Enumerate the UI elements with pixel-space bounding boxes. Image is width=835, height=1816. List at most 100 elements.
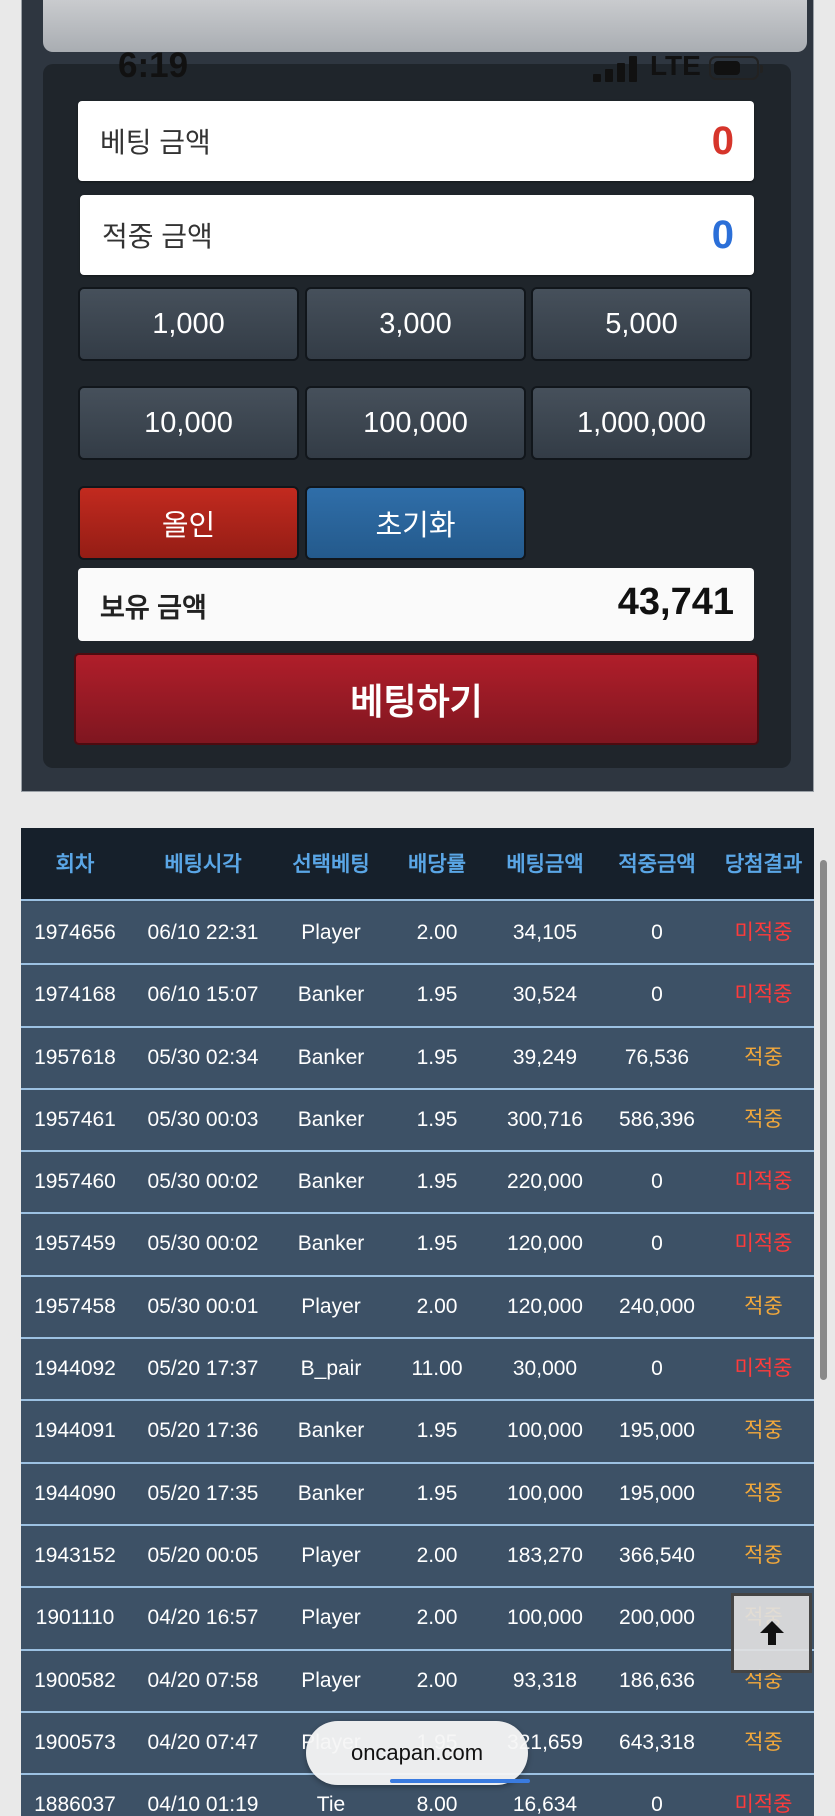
cell-bet-time: 05/20 17:37 bbox=[147, 1357, 259, 1381]
cell-bet-time: 04/10 01:19 bbox=[147, 1793, 259, 1816]
cell-result: 적중 bbox=[744, 1419, 783, 1443]
status-time: 6:19 bbox=[118, 46, 189, 85]
cell-bet-amount: 30,524 bbox=[512, 983, 578, 1007]
status-bar: 6:19 LTE bbox=[0, 42, 835, 92]
header-bet-time: 베팅시각 bbox=[164, 853, 242, 876]
cell-odds: 1.95 bbox=[416, 983, 458, 1007]
cell-bet-amount: 100,000 bbox=[507, 1419, 583, 1443]
url-bar[interactable]: oncapan.com bbox=[306, 1721, 528, 1785]
cell-result: 적중 bbox=[744, 1481, 783, 1505]
cell-win-amount: 195,000 bbox=[619, 1481, 695, 1505]
cell-round: 1957618 bbox=[34, 1045, 116, 1069]
cell-result: 적중 bbox=[744, 1543, 783, 1567]
cell-selection: Player bbox=[301, 1294, 361, 1318]
cell-win-amount: 76,536 bbox=[624, 1045, 690, 1069]
table-row: 1957459 05/30 00:02 Banker 1.95 120,000 0 미적중 bbox=[21, 1214, 814, 1277]
cell-bet-time: 05/20 00:05 bbox=[147, 1543, 259, 1567]
cell-odds: 1.95 bbox=[416, 1045, 458, 1069]
cell-odds: 1.95 bbox=[416, 1481, 458, 1505]
win-amount-label: 적중 금액 bbox=[102, 221, 213, 252]
table-row: 1944090 05/20 17:35 Banker 1.95 100,000 195,0… bbox=[21, 1463, 814, 1526]
header-round: 회차 bbox=[55, 853, 95, 876]
cell-round: 1900582 bbox=[34, 1668, 116, 1692]
cell-result: 적중 bbox=[744, 1294, 783, 1318]
cell-win-amount: 366,540 bbox=[619, 1543, 695, 1567]
holding-amount-value: 43,741 bbox=[617, 581, 734, 623]
cell-selection: B_pair bbox=[300, 1357, 362, 1381]
chip-button-100000[interactable]: 100,000 bbox=[305, 386, 526, 460]
table-row: 1957460 05/30 00:02 Banker 1.95 220,000 0 미적중 bbox=[21, 1152, 814, 1215]
chip-button-10000[interactable]: 10,000 bbox=[78, 386, 299, 460]
cell-round: 1900573 bbox=[34, 1730, 116, 1754]
cell-odds: 2.00 bbox=[416, 1543, 458, 1567]
cell-round: 1944090 bbox=[34, 1481, 116, 1505]
cell-bet-amount: 183,270 bbox=[507, 1543, 583, 1567]
cell-win-amount: 0 bbox=[651, 921, 663, 944]
cell-round: 1943152 bbox=[34, 1543, 116, 1567]
cell-round: 1944092 bbox=[34, 1357, 116, 1381]
header-win-amount: 적중금액 bbox=[618, 853, 696, 876]
url-text: oncapan.com bbox=[350, 1740, 484, 1765]
cell-round: 1957458 bbox=[34, 1294, 116, 1318]
cell-selection: Player bbox=[301, 1543, 361, 1567]
table-row: 1957618 05/30 02:34 Banker 1.95 39,249 76,536… bbox=[21, 1027, 814, 1090]
cell-odds: 11.00 bbox=[411, 1357, 463, 1381]
cell-win-amount: 586,396 bbox=[619, 1107, 695, 1131]
table-row: 1974656 06/10 22:31 Player 2.00 34,105 0 미적중 bbox=[21, 903, 814, 966]
cell-result: 적중 bbox=[744, 1045, 783, 1069]
chip-button-3000[interactable]: 3,000 bbox=[305, 287, 526, 361]
cell-bet-amount: 100,000 bbox=[507, 1481, 583, 1505]
cell-result: 미적중 bbox=[734, 1793, 793, 1816]
cell-round: 1957459 bbox=[34, 1232, 116, 1256]
cell-bet-amount: 39,249 bbox=[512, 1045, 578, 1069]
cell-result: 적중 bbox=[744, 1730, 783, 1754]
cell-result: 미적중 bbox=[734, 921, 793, 944]
cell-odds: 2.00 bbox=[416, 921, 458, 944]
cell-selection: Player bbox=[301, 1606, 361, 1630]
cell-win-amount: 186,636 bbox=[619, 1668, 695, 1692]
signal-icon bbox=[593, 56, 637, 82]
scrollbar[interactable] bbox=[820, 860, 827, 1380]
bet-amount-field[interactable]: 베팅 금액 0 bbox=[78, 101, 754, 181]
scroll-to-top-button[interactable] bbox=[731, 1593, 812, 1673]
table-row: 1974168 06/10 15:07 Banker 1.95 30,524 0 미적중 bbox=[21, 965, 814, 1028]
cell-bet-amount: 220,000 bbox=[507, 1170, 583, 1194]
cell-result: 미적중 bbox=[734, 1232, 793, 1256]
battery-icon bbox=[709, 56, 763, 80]
chip-button-1000000[interactable]: 1,000,000 bbox=[531, 386, 752, 460]
cell-round: 1944091 bbox=[34, 1419, 116, 1443]
cell-bet-time: 05/30 02:34 bbox=[147, 1045, 259, 1069]
cell-bet-time: 06/10 22:31 bbox=[147, 921, 259, 944]
cell-result: 미적중 bbox=[734, 983, 793, 1007]
cell-result: 미적중 bbox=[734, 1357, 793, 1381]
cell-selection: Banker bbox=[297, 1170, 365, 1194]
cell-bet-time: 04/20 07:47 bbox=[147, 1730, 259, 1754]
holding-amount-field: 보유 금액 43,741 bbox=[78, 568, 754, 641]
cell-win-amount: 0 bbox=[651, 983, 663, 1007]
cell-bet-amount: 300,716 bbox=[507, 1107, 583, 1131]
chip-button-1000[interactable]: 1,000 bbox=[78, 287, 299, 361]
cell-bet-amount: 120,000 bbox=[507, 1232, 583, 1256]
cell-odds: 1.95 bbox=[416, 1419, 458, 1443]
arrow-up-icon bbox=[759, 1621, 784, 1645]
cell-result: 미적중 bbox=[734, 1170, 793, 1194]
cell-round: 1974656 bbox=[34, 921, 116, 944]
place-bet-button[interactable]: 베팅하기 bbox=[74, 653, 759, 745]
cell-bet-time: 05/30 00:03 bbox=[147, 1107, 259, 1131]
table-row: 1944092 05/20 17:37 B_pair 11.00 30,000 0 미적중 bbox=[21, 1339, 814, 1402]
cell-odds: 1.95 bbox=[416, 1107, 458, 1131]
cell-odds: 2.00 bbox=[416, 1606, 458, 1630]
chip-button-5000[interactable]: 5,000 bbox=[531, 287, 752, 361]
bet-history-table: 회차 베팅시각 선택베팅 배당률 베팅금액 적중금액 당첨결과 1974656 0… bbox=[21, 828, 814, 1816]
cell-bet-amount: 100,000 bbox=[507, 1606, 583, 1630]
cell-bet-time: 05/30 00:02 bbox=[147, 1232, 259, 1256]
cell-odds: 1.95 bbox=[416, 1232, 458, 1256]
cell-bet-time: 05/30 00:02 bbox=[147, 1170, 259, 1194]
holding-amount-label: 보유 금액 bbox=[100, 593, 207, 623]
cell-selection: Banker bbox=[297, 1107, 365, 1131]
cell-bet-time: 05/30 00:01 bbox=[147, 1294, 259, 1318]
reset-button[interactable]: 초기화 bbox=[305, 486, 526, 560]
table-row: 1957461 05/30 00:03 Banker 1.95 300,716 586,3… bbox=[21, 1089, 814, 1153]
all-in-button[interactable]: 올인 bbox=[78, 486, 299, 560]
win-amount-field: 적중 금액 0 bbox=[80, 195, 754, 275]
